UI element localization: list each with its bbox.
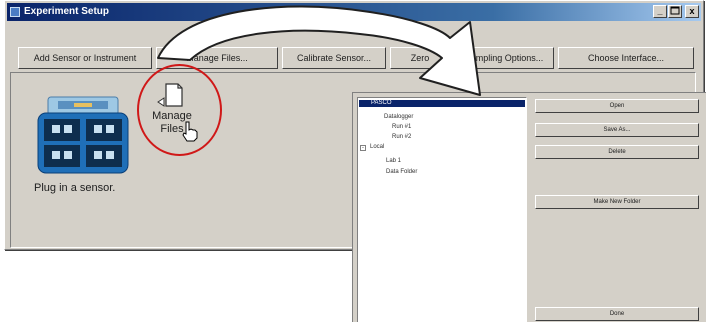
tree-item-lab-1[interactable]: Lab 1 [386,158,401,165]
tree-item-local[interactable]: Local [370,144,384,151]
title-bar[interactable]: Experiment Setup _ x [7,3,701,21]
sampling-options-button[interactable]: Sampling Options... [454,47,554,69]
tree-item-pasco[interactable]: PASCO [359,100,525,107]
tree-item-data-folder[interactable]: Data Folder [386,169,417,176]
tree-item-run-2[interactable]: Run #2 [392,134,411,141]
tree-expander-icon[interactable]: - [360,145,366,151]
add-sensor-button[interactable]: Add Sensor or Instrument [18,47,152,69]
manage-files-dialog: - PASCO Datalogger Run #1 Run #2 - Local… [352,92,706,322]
choose-interface-button[interactable]: Choose Interface... [558,47,694,69]
file-tree[interactable]: - PASCO Datalogger Run #1 Run #2 - Local… [357,97,527,322]
hand-cursor-icon [182,121,198,142]
save-as-button[interactable]: Save As... [535,123,699,137]
zero-button[interactable]: Zero [390,47,450,69]
delete-button[interactable]: Delete [535,145,699,159]
app-icon [10,7,20,17]
interface-device-image [37,96,129,174]
window-title: Experiment Setup [24,6,110,17]
done-button[interactable]: Done [535,307,699,321]
manage-files-icon[interactable] [156,82,186,112]
close-button[interactable]: x [685,5,699,18]
minimize-button[interactable]: _ [653,5,667,18]
make-new-folder-button[interactable]: Make New Folder [535,195,699,209]
maximize-icon [670,6,680,15]
tree-item-datalogger[interactable]: Datalogger [384,114,413,121]
tree-item-run-1[interactable]: Run #1 [392,124,411,131]
open-button[interactable]: Open [535,99,699,113]
calibrate-sensor-button[interactable]: Calibrate Sensor... [282,47,386,69]
status-message: Plug in a sensor. [34,182,116,194]
maximize-button[interactable] [668,5,682,18]
